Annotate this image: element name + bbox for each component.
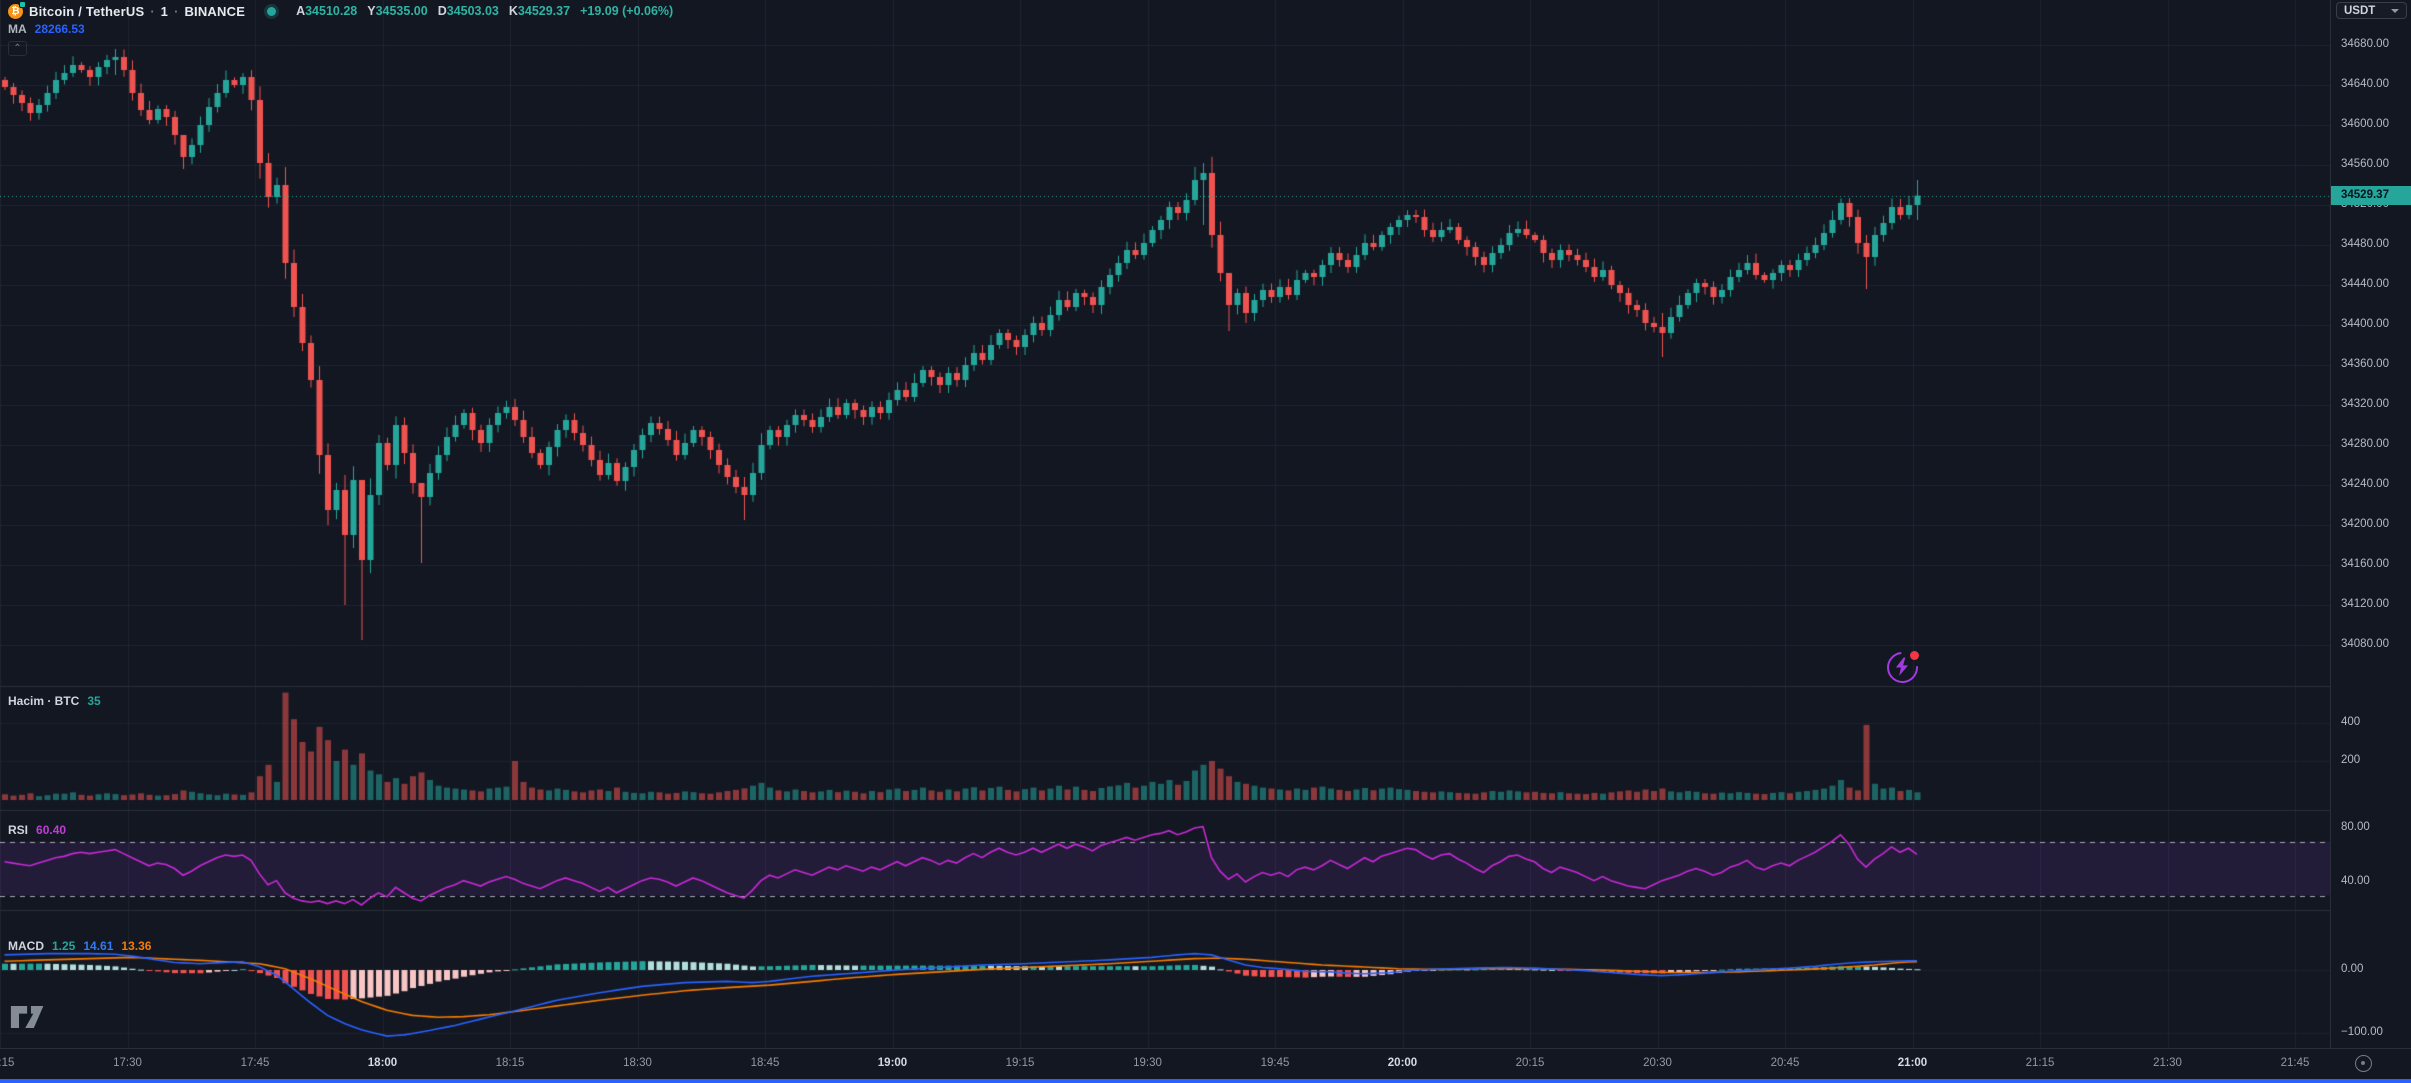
separator: · <box>150 4 154 19</box>
macd-signal-value: 13.36 <box>121 939 151 953</box>
chart-canvas[interactable] <box>0 0 2330 1048</box>
exchange-name[interactable]: BINANCE <box>184 4 245 19</box>
time-axis[interactable]: 17:15 17:30 17:45 18:00 18:15 18:30 18:45 19:00… <box>0 1048 2411 1079</box>
last-price-badge: 34529.37 <box>2331 186 2411 205</box>
time-tick-label: 21:30 <box>2153 1057 2182 1069</box>
macd-label: MACD <box>8 939 44 953</box>
time-tick-label: 20:30 <box>1643 1057 1672 1069</box>
time-tick-label: 17:30 <box>113 1057 142 1069</box>
ma-value: 28266.53 <box>35 22 85 36</box>
rsi-label: RSI <box>8 823 28 837</box>
time-tick-label: 18:15 <box>496 1057 525 1069</box>
time-tick-label: 18:00 <box>368 1057 397 1069</box>
price-tick-label: 34640.00 <box>2341 78 2389 90</box>
macd-line-value: 14.61 <box>83 939 113 953</box>
time-tick-label: 21:45 <box>2281 1057 2310 1069</box>
tradingview-logo[interactable] <box>9 1004 51 1030</box>
currency-label: USDT <box>2344 5 2375 17</box>
rsi-indicator-row[interactable]: RSI 60.40 <box>8 823 66 837</box>
low-value: 34503.03 <box>447 4 499 18</box>
close-value: 34529.37 <box>518 4 570 18</box>
open-value: 34510.28 <box>305 4 357 18</box>
open-label: A <box>296 4 305 18</box>
price-tick-label: 34120.00 <box>2341 598 2389 610</box>
accent-strip <box>0 1079 2411 1083</box>
time-tick-label: 18:45 <box>751 1057 780 1069</box>
time-tick-label: 19:45 <box>1261 1057 1290 1069</box>
price-tick-label: 34320.00 <box>2341 398 2389 410</box>
macd-tick-label: 0.00 <box>2341 963 2363 975</box>
volume-label: Hacim · BTC <box>8 694 79 708</box>
separator: · <box>174 4 178 19</box>
ma-indicator-row[interactable]: MA 28266.53 <box>8 22 85 36</box>
time-tick-label: 17:45 <box>241 1057 270 1069</box>
symbol-name[interactable]: Bitcoin / TetherUS <box>29 4 144 19</box>
time-tick-label: 17:15 <box>0 1057 14 1069</box>
trading-chart-app: { "header": { "symbol": "Bitcoin / Tethe… <box>0 0 2411 1083</box>
provider-badge-icon <box>19 1 26 8</box>
high-value: 34535.00 <box>376 4 428 18</box>
collapse-legend-button[interactable]: ⌃ <box>8 41 27 56</box>
market-status-icon[interactable] <box>267 7 276 16</box>
clock-icon[interactable] <box>2355 1055 2372 1072</box>
boost-button[interactable] <box>1886 651 1919 684</box>
change-value: +19.09 (+0.06%) <box>580 4 673 18</box>
ohlc-values: A34510.28 Y34535.00 D34503.03 K34529.37 … <box>296 4 673 18</box>
macd-indicator-row[interactable]: MACD 1.25 14.61 13.36 <box>8 939 151 953</box>
price-tick-label: 34680.00 <box>2341 38 2389 50</box>
price-tick-label: 34560.00 <box>2341 158 2389 170</box>
price-tick-label: 34400.00 <box>2341 318 2389 330</box>
time-tick-label: 19:15 <box>1006 1057 1035 1069</box>
price-tick-label: 34280.00 <box>2341 438 2389 450</box>
time-tick-label: 21:00 <box>1898 1057 1927 1069</box>
time-tick-label: 20:45 <box>1771 1057 1800 1069</box>
time-tick-label: 20:00 <box>1388 1057 1417 1069</box>
notification-dot <box>1910 651 1919 660</box>
lightning-icon <box>1893 657 1911 677</box>
price-tick-label: 34600.00 <box>2341 118 2389 130</box>
volume-value: 35 <box>87 694 100 708</box>
price-tick-label: 34480.00 <box>2341 238 2389 250</box>
time-tick-label: 20:15 <box>1516 1057 1545 1069</box>
price-tick-label: 34440.00 <box>2341 278 2389 290</box>
volume-tick-label: 400 <box>2341 716 2360 728</box>
price-tick-label: 34360.00 <box>2341 358 2389 370</box>
time-tick-label: 19:00 <box>878 1057 907 1069</box>
currency-selector[interactable]: USDT <box>2336 2 2407 19</box>
interval-value[interactable]: 1 <box>161 4 168 19</box>
price-axis[interactable]: USDT 34680.00 34640.00 34600.00 34560.00 345… <box>2330 0 2411 1048</box>
macd-tick-label: −100.00 <box>2341 1026 2383 1038</box>
price-tick-label: 34080.00 <box>2341 638 2389 650</box>
price-tick-label: 34240.00 <box>2341 478 2389 490</box>
close-label: K <box>509 4 518 18</box>
time-tick-label: 19:30 <box>1133 1057 1162 1069</box>
volume-tick-label: 200 <box>2341 754 2360 766</box>
high-label: Y <box>367 4 375 18</box>
volume-indicator-row[interactable]: Hacim · BTC 35 <box>8 694 101 708</box>
chevron-down-icon <box>2391 9 2399 13</box>
chart-header: ₿ Bitcoin / TetherUS · 1 · BINANCE A3451… <box>8 3 673 19</box>
price-tick-label: 34200.00 <box>2341 518 2389 530</box>
rsi-value: 60.40 <box>36 823 66 837</box>
time-tick-label: 21:15 <box>2026 1057 2055 1069</box>
low-label: D <box>438 4 447 18</box>
macd-hist-value: 1.25 <box>52 939 75 953</box>
price-tick-label: 34160.00 <box>2341 558 2389 570</box>
time-tick-label: 18:30 <box>623 1057 652 1069</box>
bitcoin-icon: ₿ <box>8 4 23 19</box>
ma-label: MA <box>8 22 27 36</box>
rsi-tick-label: 40.00 <box>2341 875 2370 887</box>
rsi-tick-label: 80.00 <box>2341 821 2370 833</box>
